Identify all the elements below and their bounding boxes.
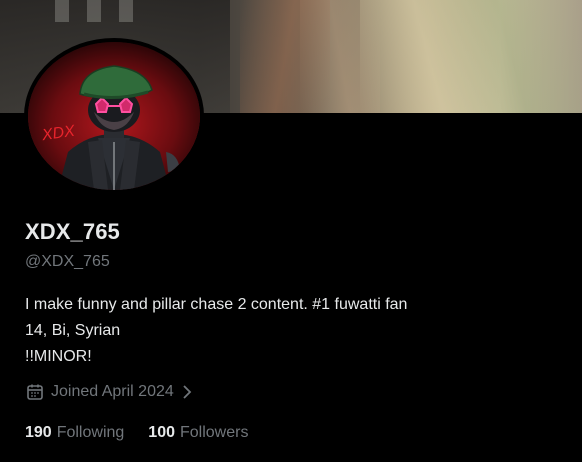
following-link[interactable]: 190 Following — [25, 424, 124, 442]
profile-bio: I make funny and pillar chase 2 content.… — [25, 292, 565, 370]
bio-line: !!MINOR! — [25, 348, 92, 365]
profile-header: XDX XDX_765 @XDX_765 I make funny and pi… — [0, 0, 582, 462]
bio-line: I make funny and pillar chase 2 content.… — [25, 296, 408, 313]
bio-line: 14, Bi, Syrian — [25, 322, 121, 339]
followers-label: Followers — [180, 424, 249, 441]
follow-stats: 190 Following 100 Followers — [25, 422, 248, 444]
following-count: 190 — [25, 424, 52, 441]
display-name: XDX_765 — [25, 219, 120, 244]
following-label: Following — [56, 424, 125, 441]
user-handle: @XDX_765 — [25, 253, 110, 270]
joined-date[interactable]: Joined April 2024 — [25, 380, 194, 404]
calendar-icon — [27, 384, 43, 400]
joined-text: Joined April 2024 — [51, 383, 174, 400]
profile-avatar[interactable]: XDX — [24, 38, 204, 194]
followers-count: 100 — [148, 424, 175, 441]
followers-link[interactable]: 100 Followers — [148, 424, 248, 442]
avatar-illustration: XDX — [28, 42, 200, 190]
chevron-right-icon — [183, 385, 192, 399]
